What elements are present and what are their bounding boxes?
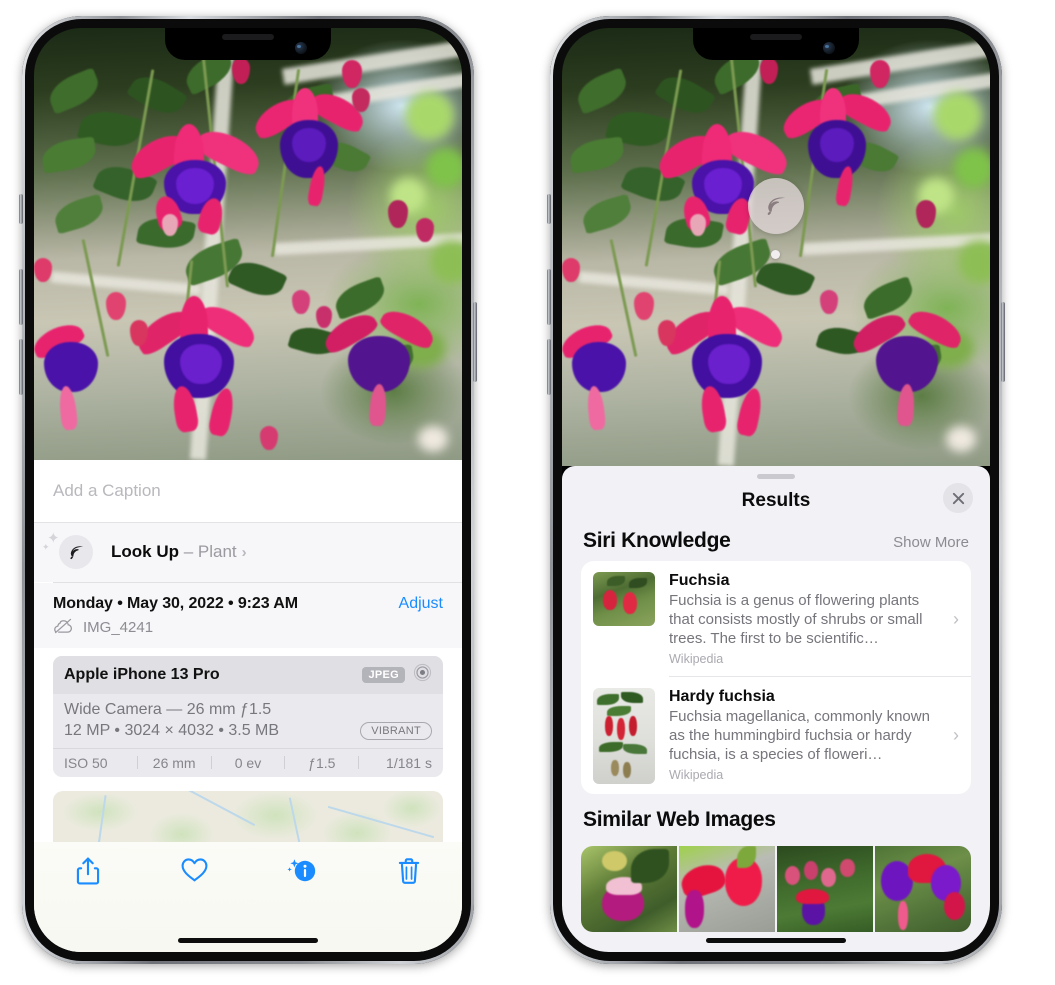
siri-knowledge-header: Siri Knowledge Show More — [562, 523, 990, 561]
right-phone-device: Results Siri Knowledge Show More Fuchsia… — [547, 16, 1005, 964]
favorite-button[interactable] — [141, 856, 248, 883]
format-badge: JPEG — [362, 666, 405, 683]
device-notch — [165, 28, 331, 60]
delete-button[interactable] — [355, 856, 462, 886]
exif-exposure-value: 0 ev — [234, 754, 262, 771]
show-more-button[interactable]: Show More — [893, 534, 969, 551]
photo-date: Monday • May 30, 2022 • 9:23 AM — [53, 594, 298, 612]
knowledge-source: Wikipedia — [669, 652, 724, 666]
image-size-info: 12 MP • 3024 × 4032 • 3.5 MB — [64, 721, 280, 739]
cloud-slash-icon — [53, 618, 74, 638]
ringer-switch[interactable] — [547, 194, 551, 224]
exif-stats-row: ISO 50 26 mm 0 ev ƒ1.5 1/181 s — [53, 747, 443, 777]
knowledge-description: Fuchsia is a genus of flowering plants t… — [669, 592, 923, 647]
photo-detail-sheet: Add a Caption ✦ ✦ Look Up – Plant › Mond… — [34, 460, 462, 952]
look-up-title: Look Up — [111, 542, 179, 561]
visual-lookup-badge-dot — [771, 250, 780, 259]
look-up-row[interactable]: ✦ ✦ Look Up – Plant › — [34, 523, 462, 582]
photo-filename: IMG_4241 — [83, 619, 154, 637]
knowledge-description: Fuchsia magellanica, commonly known as t… — [669, 707, 930, 763]
caption-placeholder: Add a Caption — [53, 481, 161, 500]
photo-toolbar — [34, 842, 462, 952]
chevron-right-icon: › — [953, 608, 959, 629]
knowledge-source: Wikipedia — [669, 767, 724, 782]
camera-model: Apple iPhone 13 Pro — [64, 665, 220, 683]
info-button[interactable] — [248, 856, 355, 886]
knowledge-item-hardy-fuchsia[interactable]: Hardy fuchsia Fuchsia magellanica, commo… — [581, 677, 971, 794]
left-phone-device: Add a Caption ✦ ✦ Look Up – Plant › Mond… — [19, 16, 477, 964]
right-phone-screen: Results Siri Knowledge Show More Fuchsia… — [562, 28, 990, 952]
exif-card: Apple iPhone 13 Pro JPEG Wide Camera — 2… — [53, 655, 443, 777]
knowledge-item-fuchsia[interactable]: Fuchsia Fuchsia is a genus of flowering … — [581, 561, 971, 676]
earpiece-speaker — [222, 34, 274, 40]
device-notch — [693, 28, 859, 60]
exif-iso: ISO 50 — [64, 754, 108, 771]
section-title: Siri Knowledge — [583, 529, 731, 552]
power-button[interactable] — [1001, 302, 1005, 382]
similar-web-images-header: Similar Web Images — [562, 794, 990, 840]
look-up-subject: Plant — [197, 542, 237, 561]
similar-web-images-row — [581, 845, 971, 932]
exif-shutter-speed: 1/181 s — [386, 754, 432, 771]
ringer-switch[interactable] — [19, 194, 23, 224]
results-title: Results — [741, 490, 811, 511]
look-up-label: Look Up – Plant › — [111, 542, 247, 562]
exif-focal-length: 26 mm — [152, 754, 196, 771]
similar-web-image-2[interactable] — [679, 845, 775, 932]
visual-lookup-badge[interactable] — [748, 178, 804, 234]
close-icon[interactable] — [943, 483, 973, 513]
screenshot-root: Add a Caption ✦ ✦ Look Up – Plant › Mond… — [0, 0, 1055, 985]
caption-input[interactable]: Add a Caption — [34, 460, 462, 523]
flower-center — [124, 123, 266, 244]
volume-down-button[interactable] — [547, 339, 551, 395]
knowledge-thumbnail — [593, 572, 655, 626]
chevron-right-icon: › — [241, 544, 247, 561]
sparkle-small-icon: ✦ — [42, 542, 50, 552]
volume-down-button[interactable] — [19, 339, 23, 395]
photo-fuchsia-left[interactable] — [34, 28, 462, 460]
volume-up-button[interactable] — [547, 269, 551, 325]
front-camera — [295, 42, 307, 54]
photographic-style-badge: VIBRANT — [360, 721, 432, 740]
aperture-icon — [413, 663, 432, 687]
volume-up-button[interactable] — [19, 269, 23, 325]
earpiece-speaker — [750, 34, 802, 40]
home-indicator[interactable] — [178, 938, 318, 943]
photo-fuchsia-right[interactable] — [562, 28, 990, 466]
similar-web-image-3[interactable] — [777, 845, 873, 932]
knowledge-title: Fuchsia — [669, 572, 730, 589]
share-button[interactable] — [34, 856, 141, 886]
leaf-icon — [59, 535, 93, 569]
front-camera — [823, 42, 835, 54]
exif-aperture: ƒ1.5 — [308, 754, 336, 771]
knowledge-thumbnail — [593, 687, 655, 784]
power-button[interactable] — [473, 302, 477, 382]
knowledge-title: Hardy fuchsia — [669, 687, 775, 705]
home-indicator[interactable] — [706, 938, 846, 943]
left-phone-screen: Add a Caption ✦ ✦ Look Up – Plant › Mond… — [34, 28, 462, 952]
camera-lens-info: Wide Camera — 26 mm ƒ1.5 — [64, 700, 272, 718]
chevron-right-icon: › — [953, 725, 959, 746]
similar-web-image-1[interactable] — [581, 845, 677, 932]
similar-web-image-4[interactable] — [875, 845, 971, 932]
section-title: Similar Web Images — [583, 807, 776, 831]
results-sheet: Results Siri Knowledge Show More Fuchsia… — [562, 466, 990, 952]
adjust-button[interactable]: Adjust — [399, 595, 443, 613]
look-up-dash: – — [179, 542, 198, 561]
siri-knowledge-card: Fuchsia Fuchsia is a genus of flowering … — [581, 561, 971, 794]
photo-metadata: Monday • May 30, 2022 • 9:23 AM Adjust I… — [34, 582, 462, 648]
